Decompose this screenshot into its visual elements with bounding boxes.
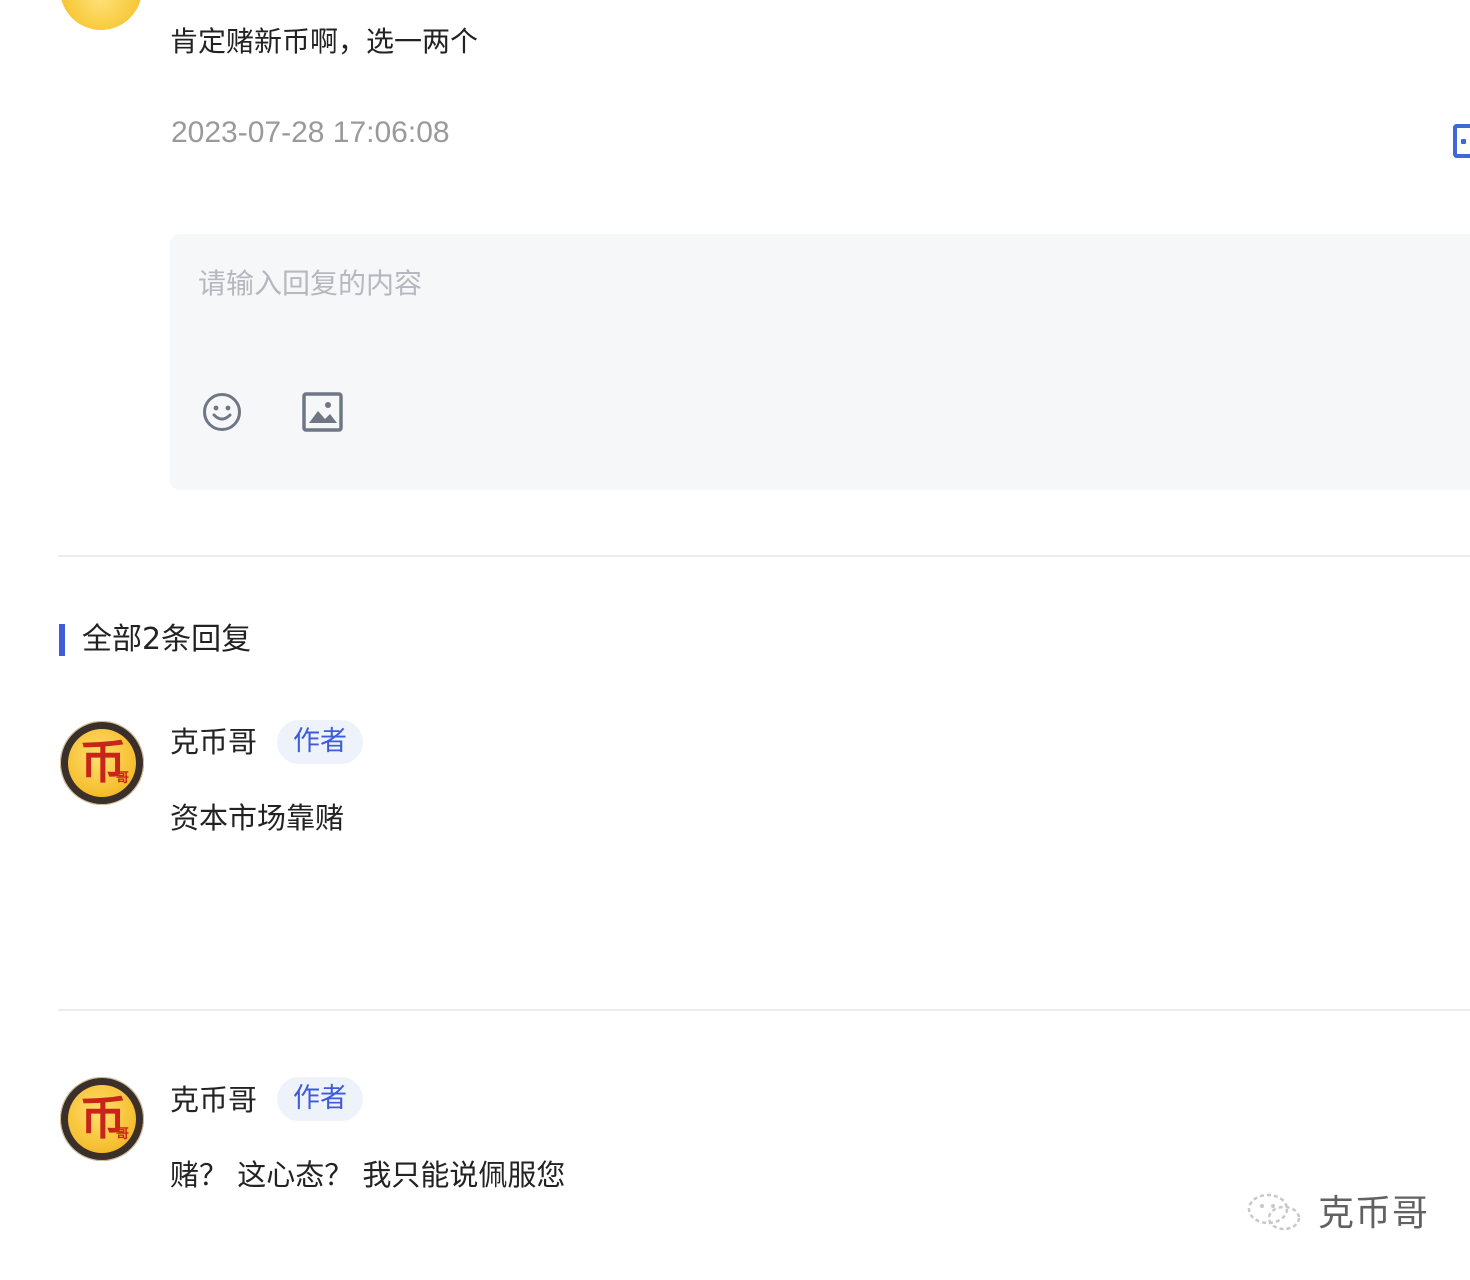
avatar-small-glyph: 哥 <box>116 1127 130 1142</box>
section-accent-bar <box>59 624 65 656</box>
author-badge: 作者 <box>277 720 363 764</box>
avatar[interactable]: 币 哥 <box>60 721 144 805</box>
commenter-avatar[interactable] <box>60 0 142 30</box>
reply-content: 资本市场靠赌 <box>170 801 345 835</box>
avatar[interactable]: 币 哥 <box>60 1077 144 1161</box>
author-badge: 作者 <box>277 1077 363 1121</box>
reply-username[interactable]: 克币哥 <box>170 722 257 762</box>
replies-count-title: 全部2条回复 <box>82 622 252 657</box>
watermark-text: 克币哥 <box>1318 1193 1430 1234</box>
reply-action-icon[interactable] <box>1453 124 1470 158</box>
comment-timestamp: 2023-07-28 17:06:08 <box>171 116 450 149</box>
wechat-logo-icon <box>1247 1193 1301 1231</box>
smiley-icon[interactable] <box>202 392 242 432</box>
watermark: 克币哥 <box>1246 1188 1436 1250</box>
reply-content: 赌？ 这心态？ 我只能说佩服您 <box>170 1158 566 1192</box>
reply-input-placeholder[interactable]: 请输入回复的内容 <box>198 264 422 304</box>
reply-username[interactable]: 克币哥 <box>170 1080 257 1120</box>
comment-text: 肯定赌新币啊，选一两个 <box>170 25 479 58</box>
image-icon[interactable] <box>302 392 343 432</box>
reply-divider <box>58 1009 1470 1011</box>
section-divider <box>58 555 1470 557</box>
avatar-small-glyph: 哥 <box>116 771 130 786</box>
